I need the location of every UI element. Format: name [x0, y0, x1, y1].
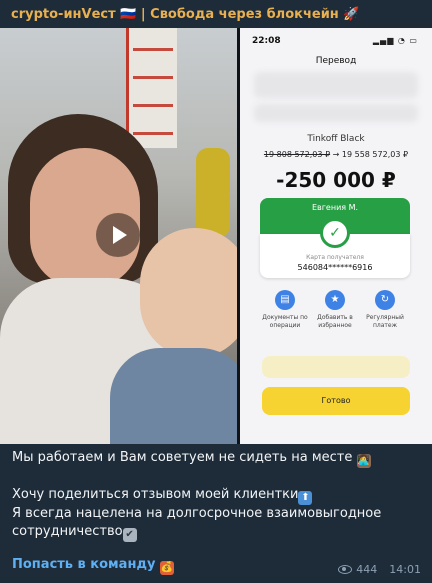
faded-button: [262, 356, 410, 378]
action-label: Регулярный платеж: [366, 314, 404, 329]
action-documents: ▤ Документы по операции: [258, 290, 312, 330]
money-icon: 💰: [159, 561, 174, 575]
balance-new: 19 558 572,03 ₽: [341, 150, 409, 159]
message-bubble: crypto-инVест 🇷🇺 | Свобода через блокчей…: [0, 0, 432, 583]
team-link[interactable]: Попасть в команду 💰: [12, 557, 174, 575]
media-album[interactable]: 22:08 ▂▄▆ ◔ ▭ Перевод Tinkoff Black 19 8…: [0, 28, 432, 444]
baby-head: [140, 228, 237, 358]
document-icon: ▤: [275, 290, 295, 310]
arrow-icon: →: [332, 150, 340, 159]
person-laptop-icon: 👩‍💻: [356, 454, 371, 468]
baby-body: [110, 348, 237, 444]
transfer-title: Перевод: [315, 56, 357, 66]
card-label: Карта получателя: [306, 254, 364, 261]
action-label: Документы по операции: [262, 314, 308, 329]
phone-status-icons: ▂▄▆ ◔ ▭: [372, 36, 418, 45]
card-number: 546084******6916: [297, 263, 373, 272]
message-meta: 444 14:01: [338, 563, 421, 576]
recipient-name: Евгения М.: [311, 203, 359, 212]
view-count: 444: [356, 563, 378, 576]
toy: [196, 148, 230, 238]
message-line: Мы работаем и Вам советуем не сидеть на …: [12, 450, 371, 468]
channel-title[interactable]: crypto-инVест 🇷🇺 | Свобода через блокчей…: [11, 4, 360, 26]
phone-time: 22:08: [252, 36, 281, 46]
message-text: Мы работаем и Вам советуем не сидеть на …: [12, 449, 420, 542]
balance-old: 19 808 572,03 ₽: [263, 150, 331, 159]
action-regular: ↻ Регулярный платеж: [358, 290, 412, 330]
star-icon: ★: [325, 290, 345, 310]
check-icon: ✓: [320, 218, 350, 248]
blurred-row: [254, 104, 418, 122]
done-button: Готово: [262, 387, 410, 415]
repeat-icon: ↻: [375, 290, 395, 310]
message-line: Я всегда нацелена на долгосрочное взаимо…: [12, 506, 382, 542]
account-name: Tinkoff Black: [307, 134, 365, 144]
balance-change: 19 808 572,03 ₽ → 19 558 572,03 ₽: [240, 150, 432, 159]
up-arrow-icon: ⬆: [298, 491, 313, 505]
eye-icon: [338, 565, 353, 574]
transfer-amount: -250 000 ₽: [276, 168, 396, 192]
blurred-header: [254, 72, 418, 98]
action-label: Добавить в избранное: [317, 314, 353, 329]
bank-screenshot[interactable]: 22:08 ▂▄▆ ◔ ▭ Перевод Tinkoff Black 19 8…: [240, 28, 432, 444]
play-icon[interactable]: [96, 213, 140, 257]
wall-calendar: [126, 28, 177, 148]
action-favorite: ★ Добавить в избранное: [308, 290, 362, 330]
message-line: Хочу поделиться отзывом моей клиентки ⬆: [12, 486, 420, 505]
video-thumbnail[interactable]: [0, 28, 237, 444]
message-time: 14:01: [389, 563, 421, 576]
checkmark-icon: ✔: [122, 528, 137, 542]
